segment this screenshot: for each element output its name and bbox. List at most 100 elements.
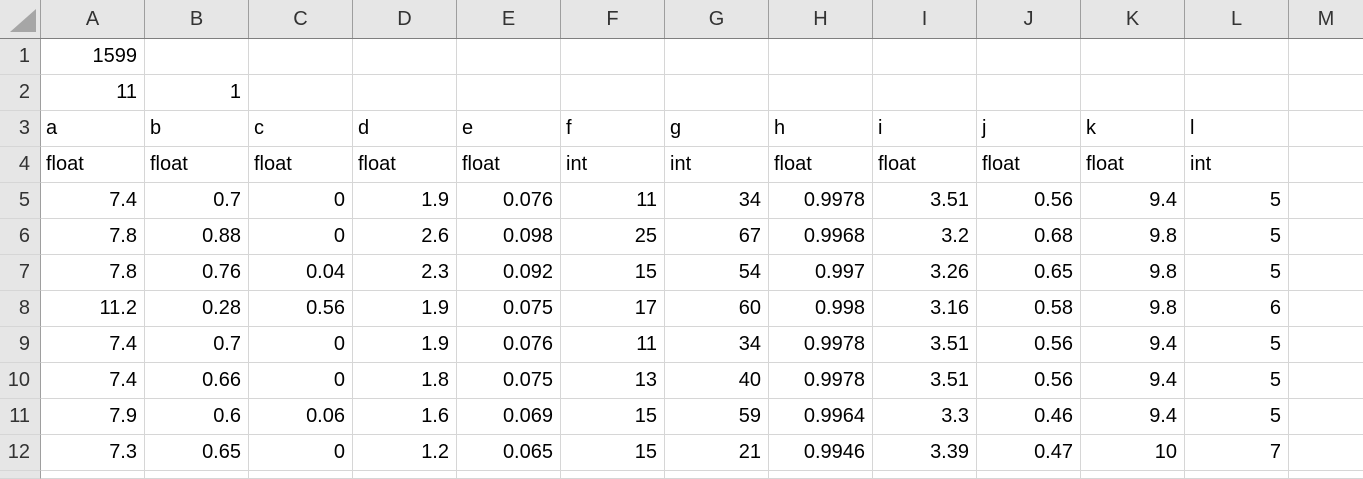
cell-J11[interactable]: 0.46	[977, 399, 1081, 435]
cell-M10[interactable]	[1289, 363, 1363, 399]
cell-K9[interactable]: 9.4	[1081, 327, 1185, 363]
cell-I8[interactable]: 3.16	[873, 291, 977, 327]
cell-B2[interactable]: 1	[145, 75, 249, 111]
cell-B10[interactable]: 0.66	[145, 363, 249, 399]
cell-J2[interactable]	[977, 75, 1081, 111]
cell-G12[interactable]: 21	[665, 435, 769, 471]
cell-J6[interactable]: 0.68	[977, 219, 1081, 255]
cell-G6[interactable]: 67	[665, 219, 769, 255]
cell-H8[interactable]: 0.998	[769, 291, 873, 327]
cell-partial[interactable]	[873, 471, 977, 479]
cell-L10[interactable]: 5	[1185, 363, 1289, 399]
cell-C10[interactable]: 0	[249, 363, 353, 399]
row-header-12[interactable]: 12	[0, 435, 41, 471]
cell-I2[interactable]	[873, 75, 977, 111]
cell-D3[interactable]: d	[353, 111, 457, 147]
cell-F6[interactable]: 25	[561, 219, 665, 255]
cell-partial[interactable]	[977, 471, 1081, 479]
cell-F8[interactable]: 17	[561, 291, 665, 327]
cell-K12[interactable]: 10	[1081, 435, 1185, 471]
cell-H9[interactable]: 0.9978	[769, 327, 873, 363]
cell-G5[interactable]: 34	[665, 183, 769, 219]
cell-E3[interactable]: e	[457, 111, 561, 147]
cell-I9[interactable]: 3.51	[873, 327, 977, 363]
column-header-C[interactable]: C	[249, 0, 353, 38]
cell-D9[interactable]: 1.9	[353, 327, 457, 363]
cell-G3[interactable]: g	[665, 111, 769, 147]
cell-B3[interactable]: b	[145, 111, 249, 147]
cell-G1[interactable]	[665, 39, 769, 75]
cell-M12[interactable]	[1289, 435, 1363, 471]
cell-E1[interactable]	[457, 39, 561, 75]
cell-partial[interactable]	[665, 471, 769, 479]
cell-H10[interactable]: 0.9978	[769, 363, 873, 399]
cell-M9[interactable]	[1289, 327, 1363, 363]
row-header-6[interactable]: 6	[0, 219, 41, 255]
cell-I4[interactable]: float	[873, 147, 977, 183]
cell-D7[interactable]: 2.3	[353, 255, 457, 291]
cell-K6[interactable]: 9.8	[1081, 219, 1185, 255]
cell-D8[interactable]: 1.9	[353, 291, 457, 327]
cell-C6[interactable]: 0	[249, 219, 353, 255]
cell-C11[interactable]: 0.06	[249, 399, 353, 435]
cell-K1[interactable]	[1081, 39, 1185, 75]
cell-L1[interactable]	[1185, 39, 1289, 75]
cell-partial[interactable]	[561, 471, 665, 479]
cell-A10[interactable]: 7.4	[41, 363, 145, 399]
cell-A3[interactable]: a	[41, 111, 145, 147]
cell-B12[interactable]: 0.65	[145, 435, 249, 471]
cell-A12[interactable]: 7.3	[41, 435, 145, 471]
cell-G2[interactable]	[665, 75, 769, 111]
cell-F5[interactable]: 11	[561, 183, 665, 219]
cell-A4[interactable]: float	[41, 147, 145, 183]
row-header-11[interactable]: 11	[0, 399, 41, 435]
cell-partial[interactable]	[145, 471, 249, 479]
cell-partial[interactable]	[1081, 471, 1185, 479]
row-header-10[interactable]: 10	[0, 363, 41, 399]
cell-E4[interactable]: float	[457, 147, 561, 183]
cell-A9[interactable]: 7.4	[41, 327, 145, 363]
row-header-2[interactable]: 2	[0, 75, 41, 111]
cell-E11[interactable]: 0.069	[457, 399, 561, 435]
cell-J4[interactable]: float	[977, 147, 1081, 183]
column-header-M[interactable]: M	[1289, 0, 1363, 38]
cell-C2[interactable]	[249, 75, 353, 111]
cell-A5[interactable]: 7.4	[41, 183, 145, 219]
cell-D12[interactable]: 1.2	[353, 435, 457, 471]
cell-K3[interactable]: k	[1081, 111, 1185, 147]
column-header-J[interactable]: J	[977, 0, 1081, 38]
cell-M7[interactable]	[1289, 255, 1363, 291]
cell-partial[interactable]	[1185, 471, 1289, 479]
row-header-partial[interactable]	[0, 471, 41, 479]
cell-B1[interactable]	[145, 39, 249, 75]
cell-C4[interactable]: float	[249, 147, 353, 183]
cell-I12[interactable]: 3.39	[873, 435, 977, 471]
cell-G4[interactable]: int	[665, 147, 769, 183]
cell-F4[interactable]: int	[561, 147, 665, 183]
cell-L5[interactable]: 5	[1185, 183, 1289, 219]
cell-K5[interactable]: 9.4	[1081, 183, 1185, 219]
cell-G9[interactable]: 34	[665, 327, 769, 363]
cell-L3[interactable]: l	[1185, 111, 1289, 147]
row-header-8[interactable]: 8	[0, 291, 41, 327]
cell-H12[interactable]: 0.9946	[769, 435, 873, 471]
cell-K11[interactable]: 9.4	[1081, 399, 1185, 435]
cell-M6[interactable]	[1289, 219, 1363, 255]
column-header-D[interactable]: D	[353, 0, 457, 38]
column-header-G[interactable]: G	[665, 0, 769, 38]
cell-partial[interactable]	[457, 471, 561, 479]
cell-J10[interactable]: 0.56	[977, 363, 1081, 399]
cell-E9[interactable]: 0.076	[457, 327, 561, 363]
cell-C9[interactable]: 0	[249, 327, 353, 363]
cell-B5[interactable]: 0.7	[145, 183, 249, 219]
cell-D4[interactable]: float	[353, 147, 457, 183]
cell-A7[interactable]: 7.8	[41, 255, 145, 291]
cell-L9[interactable]: 5	[1185, 327, 1289, 363]
cell-B9[interactable]: 0.7	[145, 327, 249, 363]
cell-K7[interactable]: 9.8	[1081, 255, 1185, 291]
row-header-4[interactable]: 4	[0, 147, 41, 183]
cell-I10[interactable]: 3.51	[873, 363, 977, 399]
cell-A11[interactable]: 7.9	[41, 399, 145, 435]
cell-B7[interactable]: 0.76	[145, 255, 249, 291]
cell-F2[interactable]	[561, 75, 665, 111]
